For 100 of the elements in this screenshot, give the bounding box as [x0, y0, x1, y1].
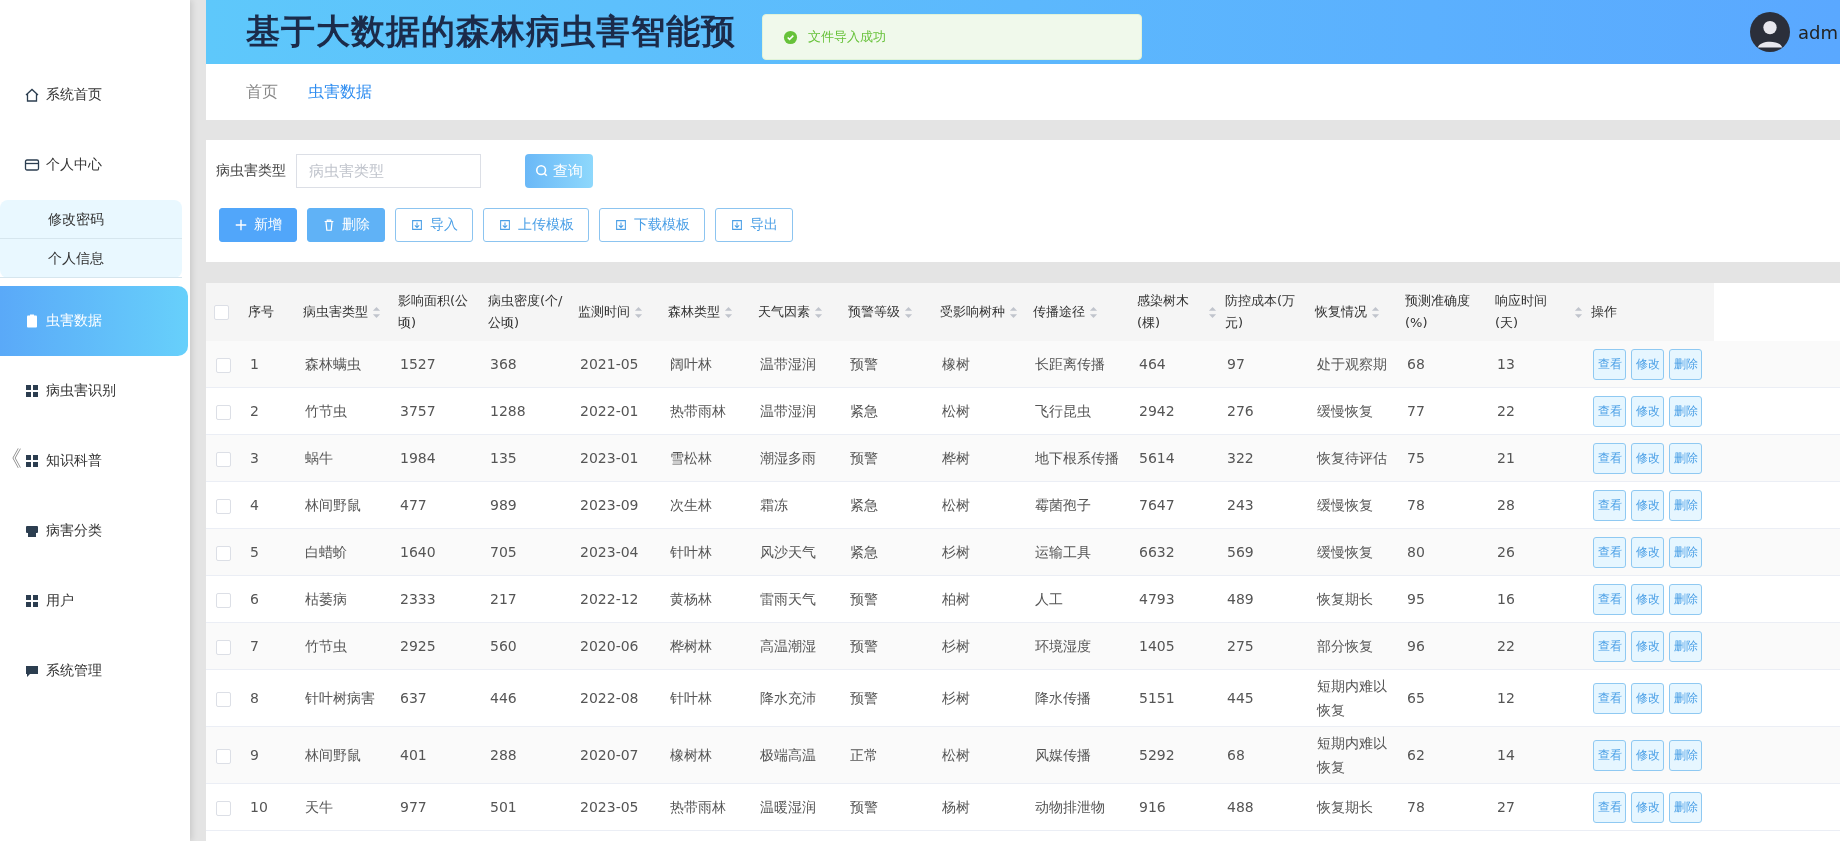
column-header[interactable]: 操作 — [1591, 301, 1617, 323]
breadcrumb-link[interactable]: 虫害数据 — [308, 81, 372, 103]
sidebar-item[interactable]: 系统管理 — [24, 636, 190, 706]
row-action-button[interactable]: 查看 — [1593, 739, 1626, 771]
sort-icon[interactable] — [1089, 305, 1098, 319]
download-icon — [730, 218, 744, 232]
table-cell: 2023-09 — [580, 497, 639, 513]
row-checkbox[interactable] — [216, 498, 231, 514]
table-cell: 杨树 — [942, 799, 970, 815]
row-checkbox[interactable] — [216, 357, 231, 373]
table-cell: 489 — [1227, 591, 1254, 607]
submenu-item[interactable]: 修改密码 — [0, 200, 182, 239]
row-checkbox[interactable] — [216, 748, 231, 764]
table-cell: 短期内难以恢复 — [1317, 678, 1387, 718]
row-action-button[interactable]: 删除 — [1669, 536, 1702, 568]
search-button[interactable]: 查询 — [525, 154, 593, 188]
row-action-button[interactable]: 删除 — [1669, 442, 1702, 474]
avatar[interactable] — [1750, 12, 1790, 52]
row-action-button[interactable]: 查看 — [1593, 630, 1626, 662]
column-header[interactable]: 序号 — [248, 301, 274, 323]
row-action-button[interactable]: 删除 — [1669, 791, 1702, 823]
column-header[interactable]: 传播途径 — [1033, 301, 1085, 323]
toast-message: 文件导入成功 — [808, 28, 886, 46]
search-field[interactable]: 病虫害类型 — [296, 154, 481, 188]
row-action-button[interactable]: 修改 — [1631, 583, 1664, 615]
row-checkbox[interactable] — [216, 545, 231, 561]
table-cell: 22 — [1497, 638, 1515, 654]
row-action-button[interactable]: 修改 — [1631, 630, 1664, 662]
row-action-button[interactable]: 修改 — [1631, 348, 1664, 380]
sort-icon[interactable] — [634, 305, 643, 319]
toolbar-button[interactable]: 删除 — [307, 208, 385, 242]
table-cell: 风沙天气 — [760, 544, 816, 560]
row-action-button[interactable]: 删除 — [1669, 489, 1702, 521]
row-action-button[interactable]: 删除 — [1669, 583, 1702, 615]
sort-icon[interactable] — [904, 305, 913, 319]
sidebar-item[interactable]: 病害分类 — [24, 496, 190, 566]
toolbar-button[interactable]: 新增 — [219, 208, 297, 242]
table-cell: 预警 — [850, 356, 878, 372]
row-action-button[interactable]: 删除 — [1669, 682, 1702, 714]
row-action-button[interactable]: 删除 — [1669, 739, 1702, 771]
row-checkbox[interactable] — [216, 592, 231, 608]
table-cell: 62 — [1407, 747, 1425, 763]
row-action-button[interactable]: 修改 — [1631, 395, 1664, 427]
table-cell: 1 — [250, 356, 259, 372]
row-action-button[interactable]: 查看 — [1593, 489, 1626, 521]
table-cell: 霉菌孢子 — [1035, 497, 1091, 513]
sort-icon[interactable] — [372, 305, 381, 319]
table-cell: 1984 — [400, 450, 436, 466]
toolbar-button[interactable]: 导入 — [395, 208, 473, 242]
collapse-toggle[interactable]: 《 — [0, 444, 22, 474]
sort-icon[interactable] — [814, 305, 823, 319]
table-cell: 竹节虫 — [305, 638, 347, 654]
row-checkbox[interactable] — [216, 691, 231, 707]
row-checkbox[interactable] — [216, 451, 231, 467]
sidebar-item[interactable]: 知识科普 — [24, 426, 190, 496]
table-cell: 2022-12 — [580, 591, 639, 607]
toolbar-button[interactable]: 下载模板 — [599, 208, 705, 242]
row-action-button[interactable]: 查看 — [1593, 442, 1626, 474]
toolbar-button[interactable]: 导出 — [715, 208, 793, 242]
row-action-button[interactable]: 修改 — [1631, 739, 1664, 771]
row-action-button[interactable]: 查看 — [1593, 395, 1626, 427]
sort-icon[interactable] — [724, 305, 733, 319]
row-action-button[interactable]: 查看 — [1593, 583, 1626, 615]
table-cell: 78 — [1407, 497, 1425, 513]
table-cell: 运输工具 — [1035, 544, 1091, 560]
sidebar-item[interactable]: 病虫害识别 — [24, 356, 190, 426]
row-action-button[interactable]: 修改 — [1631, 791, 1664, 823]
row-action-button[interactable]: 删除 — [1669, 348, 1702, 380]
table-cell: 风媒传播 — [1035, 747, 1091, 763]
submenu-item[interactable]: 个人信息 — [0, 239, 182, 278]
row-action-button[interactable]: 查看 — [1593, 348, 1626, 380]
row-action-button[interactable]: 修改 — [1631, 442, 1664, 474]
row-checkbox[interactable] — [216, 639, 231, 655]
success-icon — [783, 29, 798, 45]
sort-icon[interactable] — [1208, 305, 1217, 319]
filter-label: 病虫害类型 — [216, 162, 286, 180]
row-action-button[interactable]: 查看 — [1593, 791, 1626, 823]
sort-icon[interactable] — [1009, 305, 1018, 319]
table-cell: 橡树 — [942, 356, 970, 372]
row-action-button[interactable]: 查看 — [1593, 682, 1626, 714]
row-action-button[interactable]: 修改 — [1631, 682, 1664, 714]
table-cell: 降水传播 — [1035, 690, 1091, 706]
select-all-checkbox[interactable] — [214, 305, 229, 320]
row-action-button[interactable]: 删除 — [1669, 395, 1702, 427]
sidebar-item[interactable]: 个人中心 — [24, 130, 190, 200]
sidebar-item[interactable]: 系统首页 — [24, 60, 190, 130]
sidebar-item[interactable]: 虫害数据 — [0, 286, 188, 356]
sort-icon[interactable] — [1574, 305, 1583, 319]
row-action-button[interactable]: 删除 — [1669, 630, 1702, 662]
breadcrumb-link[interactable]: 首页 — [246, 81, 278, 103]
row-checkbox[interactable] — [216, 800, 231, 816]
row-action-button[interactable]: 修改 — [1631, 489, 1664, 521]
table-cell: 464 — [1139, 356, 1166, 372]
sidebar-item[interactable]: 用户 — [24, 566, 190, 636]
row-checkbox[interactable] — [216, 404, 231, 420]
toolbar-button[interactable]: 上传模板 — [483, 208, 589, 242]
table-cell: 环境湿度 — [1035, 638, 1091, 654]
row-action-button[interactable]: 查看 — [1593, 536, 1626, 568]
sort-icon[interactable] — [1371, 305, 1380, 319]
row-action-button[interactable]: 修改 — [1631, 536, 1664, 568]
